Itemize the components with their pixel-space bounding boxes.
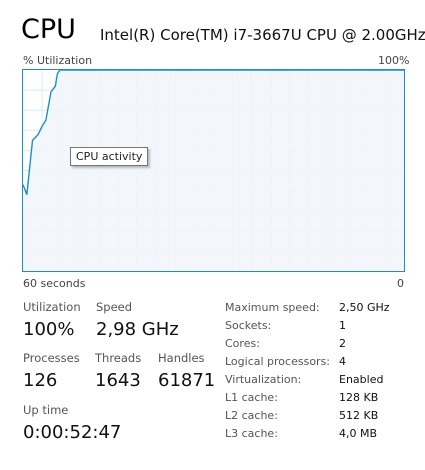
spec-virtualization-value: Enabled [339, 373, 384, 386]
utilization-label: Utilization [23, 300, 81, 314]
spec-l3-cache-value: 4,0 MB [339, 427, 378, 440]
spec-cores-label: Cores: [225, 337, 260, 350]
spec-virtualization-label: Virtualization: [225, 373, 302, 386]
spec-cores-value: 2 [339, 337, 346, 350]
spec-l3-cache-label: L3 cache: [225, 427, 278, 440]
processes-label: Processes [23, 351, 80, 365]
x-axis-label: 60 seconds [23, 277, 86, 290]
cpu-utilization-graph[interactable] [22, 69, 405, 272]
utilization-value: 100% [23, 319, 75, 340]
uptime-label: Up time [23, 403, 69, 417]
page-title: CPU [21, 14, 76, 45]
speed-value: 2,98 GHz [96, 319, 179, 340]
cpu-model-name: Intel(R) Core(TM) i7-3667U CPU @ 2.00GHz [100, 26, 425, 44]
handles-value: 61871 [158, 370, 216, 391]
uptime-value: 0:00:52:47 [23, 422, 122, 443]
spec-l1-cache-value: 128 KB [339, 391, 379, 404]
threads-label: Threads [95, 351, 142, 365]
handles-label: Handles [158, 351, 205, 365]
x-axis-min-label: 0 [397, 277, 404, 290]
spec-logical-processors-value: 4 [339, 355, 346, 368]
spec-l2-cache-value: 512 KB [339, 409, 379, 422]
cpu-graph-svg [23, 70, 404, 271]
processes-value: 126 [23, 370, 58, 391]
threads-value: 1643 [95, 370, 141, 391]
spec-max-speed-value: 2,50 GHz [339, 301, 390, 314]
cpu-activity-tooltip: CPU activity [70, 147, 149, 166]
y-axis-max-label: 100% [378, 54, 410, 67]
y-axis-label: % Utilization [23, 54, 93, 67]
cpu-usage-area [23, 70, 404, 271]
spec-max-speed-label: Maximum speed: [225, 301, 320, 314]
spec-l1-cache-label: L1 cache: [225, 391, 278, 404]
spec-l2-cache-label: L2 cache: [225, 409, 278, 422]
spec-sockets-label: Sockets: [225, 319, 272, 332]
speed-label: Speed [96, 300, 133, 314]
spec-logical-processors-label: Logical processors: [225, 355, 331, 368]
spec-sockets-value: 1 [339, 319, 346, 332]
